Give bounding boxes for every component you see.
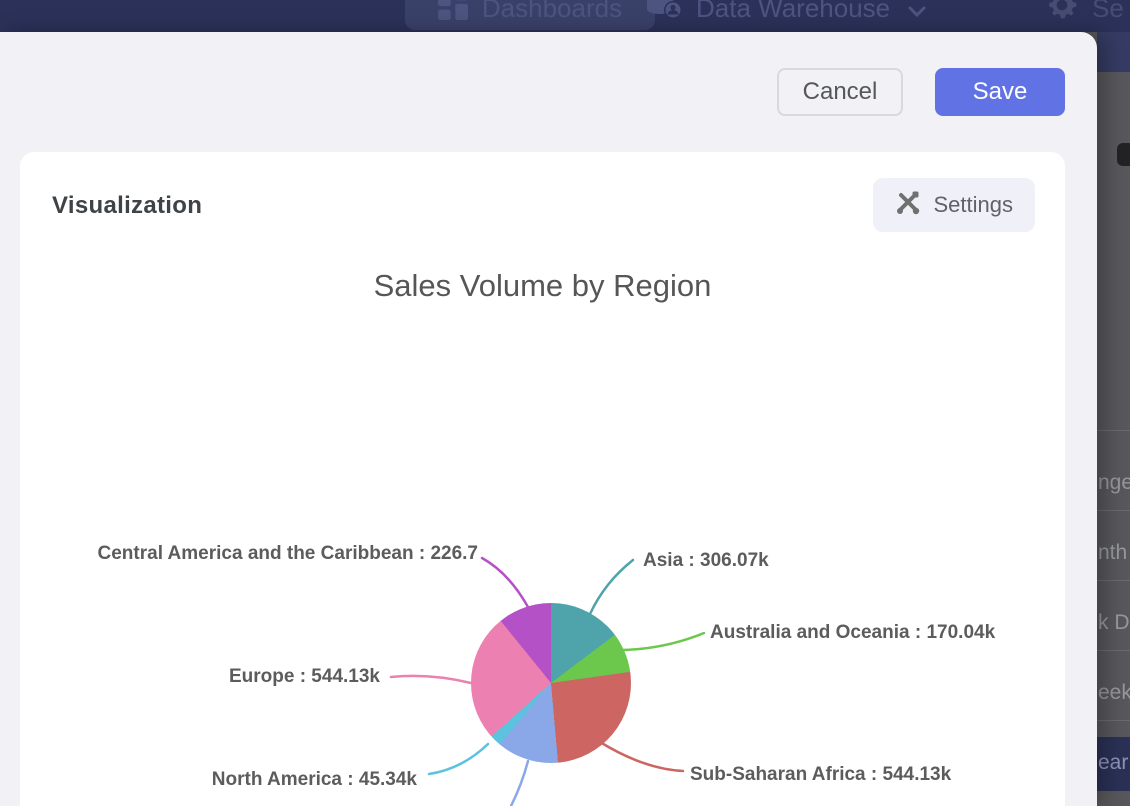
menu-item-year-selected: ear: [1097, 737, 1130, 791]
divider: [1097, 510, 1130, 511]
background-button-edge: [1117, 143, 1130, 166]
data-warehouse-icon: [646, 0, 682, 28]
pie-label-australia-oceania: Australia and Oceania : 170.04k: [710, 622, 995, 644]
cancel-button[interactable]: Cancel: [777, 68, 903, 116]
nav-data-warehouse-menu[interactable]: Data Warehouse: [646, 0, 926, 30]
divider: [1097, 430, 1130, 431]
menu-item-week-fragment: eek: [1098, 681, 1130, 705]
pie-label-north-america: North America : 45.34k: [212, 769, 417, 791]
divider: [1097, 650, 1130, 651]
menu-item-weekday-fragment: k D: [1098, 611, 1130, 635]
top-navigation-bar: Dashboards Data Warehouse: [0, 0, 1130, 32]
menu-item-month-fragment: nth: [1098, 541, 1127, 565]
nav-settings-label-partial: Se: [1092, 0, 1124, 24]
nav-dashboards-label: Dashboards: [482, 0, 622, 24]
pie-label-central-america: Central America and the Caribbean : 226.…: [98, 543, 478, 565]
visualization-card: Visualization Settings Sales Volume by R…: [20, 152, 1065, 806]
menu-item-year-fragment: ear: [1098, 751, 1128, 775]
dashboards-icon: [438, 0, 468, 27]
pie-label-asia: Asia : 306.07k: [643, 550, 769, 572]
pie-chart[interactable]: [471, 603, 631, 763]
nav-settings-item[interactable]: Se: [1046, 0, 1124, 30]
dimmed-background: nge nth k D eek ear: [1097, 0, 1130, 806]
chevron-down-icon: [908, 0, 926, 24]
pie-label-europe: Europe : 544.13k: [229, 666, 380, 688]
save-button[interactable]: Save: [935, 68, 1065, 116]
pie-label-sub-saharan-africa: Sub-Saharan Africa : 544.13k: [690, 764, 951, 786]
menu-item-range-fragment: nge: [1098, 471, 1130, 495]
divider: [1097, 580, 1130, 581]
divider: [1097, 720, 1130, 721]
nav-dashboards-tab[interactable]: Dashboards: [405, 0, 655, 30]
nav-data-warehouse-label: Data Warehouse: [696, 0, 890, 24]
visualization-modal: Cancel Save Visualization Settings Sales…: [0, 32, 1097, 806]
gear-icon: [1046, 0, 1078, 28]
screen: nge nth k D eek ear Dashboards: [0, 0, 1130, 806]
